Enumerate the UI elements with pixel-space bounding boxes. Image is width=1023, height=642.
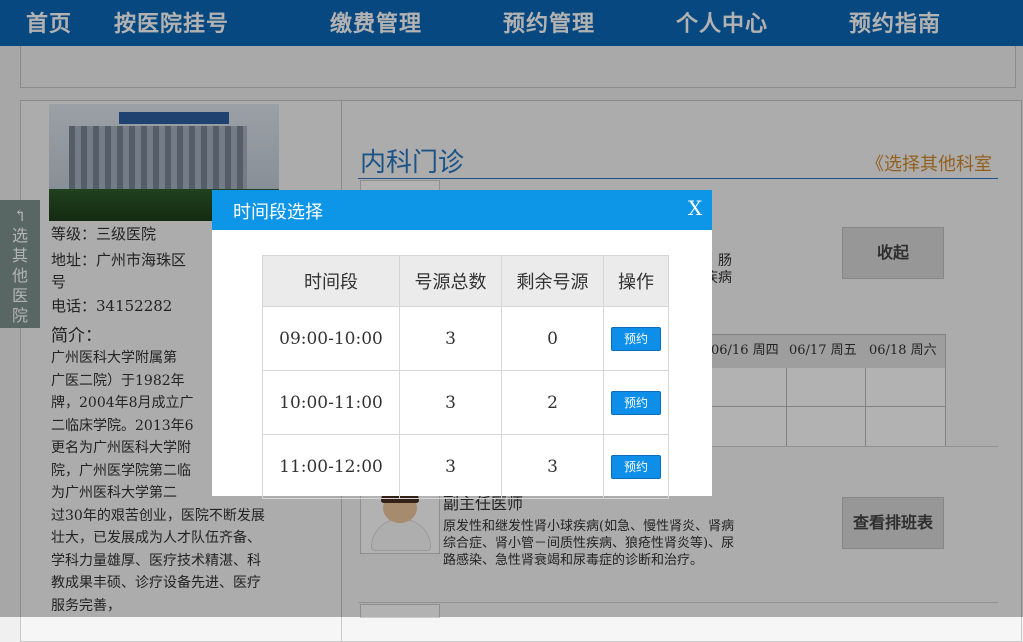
slot-total: 3 xyxy=(399,434,502,499)
table-row: 09:00-10:00 3 0 预约 xyxy=(262,306,669,371)
table-row: 10:00-11:00 3 2 预约 xyxy=(262,370,669,435)
book-button[interactable]: 预约 xyxy=(611,390,661,415)
slot-time: 09:00-10:00 xyxy=(262,306,400,371)
col-action: 操作 xyxy=(603,255,669,307)
slot-remaining: 2 xyxy=(501,370,604,435)
close-button[interactable]: X xyxy=(688,196,702,220)
time-slot-table: 时间段 号源总数 剩余号源 操作 09:00-10:00 3 0 预约 10:0… xyxy=(262,255,669,499)
time-slot-modal: 时间段选择 X 时间段 号源总数 剩余号源 操作 09:00-10:00 3 0… xyxy=(212,190,712,499)
book-button[interactable]: 预约 xyxy=(611,326,661,351)
slot-remaining: 3 xyxy=(501,434,604,499)
slot-time: 10:00-11:00 xyxy=(262,370,400,435)
slot-time: 11:00-12:00 xyxy=(262,434,400,499)
col-time-slot: 时间段 xyxy=(262,255,400,307)
col-total: 号源总数 xyxy=(399,255,502,307)
slot-remaining: 0 xyxy=(501,306,604,371)
slot-total: 3 xyxy=(399,306,502,371)
book-button[interactable]: 预约 xyxy=(611,454,661,479)
modal-title: 时间段选择 xyxy=(233,202,323,223)
slot-total: 3 xyxy=(399,370,502,435)
modal-header: 时间段选择 X xyxy=(212,190,712,230)
col-remaining: 剩余号源 xyxy=(501,255,604,307)
table-row: 11:00-12:00 3 3 预约 xyxy=(262,434,669,499)
